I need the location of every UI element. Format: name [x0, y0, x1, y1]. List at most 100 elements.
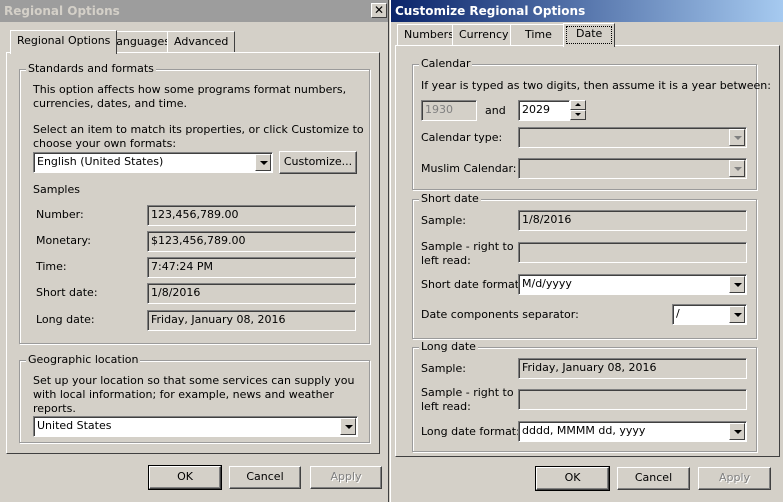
- year-to-input[interactable]: 2029: [518, 100, 570, 121]
- calendar-legend: Calendar: [419, 57, 473, 70]
- muslim-calendar-select[interactable]: [518, 158, 747, 179]
- short-format-select[interactable]: M/d/yyyy: [518, 274, 747, 295]
- chevron-down-icon: [734, 430, 742, 434]
- sample-time-label: Time:: [36, 260, 67, 273]
- tab-label: Time: [525, 28, 552, 41]
- short-format-value: M/d/yyyy: [522, 277, 572, 290]
- samples-heading: Samples: [33, 183, 80, 196]
- sample-number-label: Number:: [36, 208, 84, 221]
- cancel-label: Cancel: [246, 470, 284, 483]
- tab-advanced[interactable]: Advanced: [167, 31, 236, 53]
- select-hint: Select an item to match its properties, …: [33, 123, 364, 150]
- regional-options-window: Regional Options ✕ Regional Options Lang…: [0, 0, 389, 502]
- ok-label: OK: [177, 470, 193, 483]
- short-sample-label: Sample:: [421, 214, 466, 227]
- cancel-button[interactable]: Cancel: [229, 466, 301, 489]
- window-title: Customize Regional Options: [395, 4, 586, 18]
- dropdown-arrow[interactable]: [729, 423, 745, 440]
- year-to-stepper[interactable]: [570, 100, 586, 120]
- chevron-down-icon: [260, 161, 268, 165]
- long-rtl-value: [518, 389, 747, 410]
- sample-long-date-value: Friday, January 08, 2016: [147, 310, 356, 331]
- short-date-group: Short date Sample: 1/8/2016 Sample - rig…: [412, 192, 757, 339]
- dropdown-arrow[interactable]: [729, 160, 745, 177]
- tab-label: Advanced: [174, 35, 229, 48]
- dropdown-arrow[interactable]: [340, 418, 356, 435]
- sample-time-value: 7:47:24 PM: [147, 257, 356, 278]
- tab-label: Numbers: [404, 28, 454, 41]
- spin-down-button[interactable]: [570, 110, 586, 120]
- long-format-value: dddd, MMMM dd, yyyy: [522, 424, 646, 437]
- tab-label: Date: [576, 27, 603, 40]
- short-rtl-label-1: Sample - right to: [421, 240, 514, 253]
- close-icon: ✕: [373, 3, 385, 17]
- long-format-select[interactable]: dddd, MMMM dd, yyyy: [518, 421, 747, 442]
- separator-value: /: [676, 307, 680, 320]
- tab-time[interactable]: Time: [510, 24, 567, 46]
- year-from-field: 1930: [421, 100, 477, 121]
- chevron-down-icon: [734, 313, 742, 317]
- geo-group: Geographic location Set up your location…: [19, 353, 370, 443]
- ok-label: OK: [564, 471, 581, 484]
- spin-up-button[interactable]: [570, 100, 586, 110]
- window-title: Regional Options: [4, 4, 120, 18]
- apply-label: Apply: [718, 471, 751, 484]
- sample-monetary-value: $123,456,789.00: [147, 231, 356, 252]
- separator-label: Date components separator:: [421, 308, 579, 321]
- tab-label: Currency: [459, 28, 509, 41]
- long-format-label: Long date format:: [421, 425, 520, 438]
- tab-currency[interactable]: Currency: [452, 24, 516, 46]
- and-label: and: [485, 104, 506, 117]
- geo-description: Set up your location so that some servic…: [33, 374, 355, 415]
- sample-short-date-value: 1/8/2016: [147, 283, 356, 304]
- location-select[interactable]: United States: [33, 416, 358, 437]
- locale-select[interactable]: English (United States): [33, 152, 273, 173]
- apply-button[interactable]: Apply: [698, 467, 771, 490]
- sample-monetary-label: Monetary:: [36, 234, 91, 247]
- geo-legend: Geographic location: [26, 353, 141, 366]
- chevron-down-icon: [734, 136, 742, 140]
- tab-label: Regional Options: [17, 34, 111, 47]
- tab-date[interactable]: Date: [563, 23, 616, 47]
- location-value: United States: [37, 419, 112, 432]
- apply-button[interactable]: Apply: [310, 466, 382, 489]
- long-date-legend: Long date: [419, 340, 478, 353]
- calendar-type-select[interactable]: [518, 127, 747, 148]
- long-rtl-label-1: Sample - right to: [421, 386, 514, 399]
- short-sample-value: 1/8/2016: [518, 210, 747, 231]
- dropdown-arrow[interactable]: [729, 276, 745, 293]
- arrow-down-icon: [575, 113, 581, 116]
- chevron-down-icon: [734, 283, 742, 287]
- apply-label: Apply: [330, 470, 362, 483]
- chevron-down-icon: [345, 425, 353, 429]
- short-rtl-label-2: left read:: [421, 254, 471, 267]
- title-bar: Customize Regional Options: [391, 0, 783, 22]
- long-sample-label: Sample:: [421, 362, 466, 375]
- arrow-up-icon: [575, 103, 581, 106]
- close-button[interactable]: ✕: [371, 3, 387, 18]
- dropdown-arrow[interactable]: [729, 306, 745, 323]
- long-sample-value: Friday, January 08, 2016: [518, 358, 747, 379]
- tab-panel: Calendar If year is typed as two digits,…: [395, 45, 780, 457]
- muslim-calendar-label: Muslim Calendar:: [421, 162, 517, 175]
- dropdown-arrow[interactable]: [729, 129, 745, 146]
- separator-select[interactable]: /: [672, 304, 747, 325]
- short-format-label: Short date format:: [421, 278, 523, 291]
- ok-button[interactable]: OK: [535, 466, 610, 491]
- calendar-group: Calendar If year is typed as two digits,…: [412, 57, 771, 190]
- tab-panel: Standards and formats This option affect…: [6, 52, 380, 454]
- calendar-type-label: Calendar type:: [421, 131, 503, 144]
- short-date-legend: Short date: [419, 192, 481, 205]
- two-digit-year-text: If year is typed as two digits, then ass…: [421, 79, 771, 92]
- customize-regional-options-window: Customize Regional Options Numbers Curre…: [390, 0, 783, 502]
- customize-label: Customize...: [283, 155, 353, 168]
- long-date-group: Long date Sample: Friday, January 08, 20…: [412, 340, 757, 452]
- tab-regional-options[interactable]: Regional Options: [10, 30, 118, 54]
- locale-value: English (United States): [37, 155, 164, 168]
- sample-long-date-label: Long date:: [36, 313, 95, 326]
- tab-label: Languages: [110, 35, 171, 48]
- dropdown-arrow[interactable]: [255, 154, 271, 171]
- cancel-button[interactable]: Cancel: [617, 467, 690, 490]
- customize-button[interactable]: Customize...: [279, 151, 357, 174]
- ok-button[interactable]: OK: [148, 465, 222, 490]
